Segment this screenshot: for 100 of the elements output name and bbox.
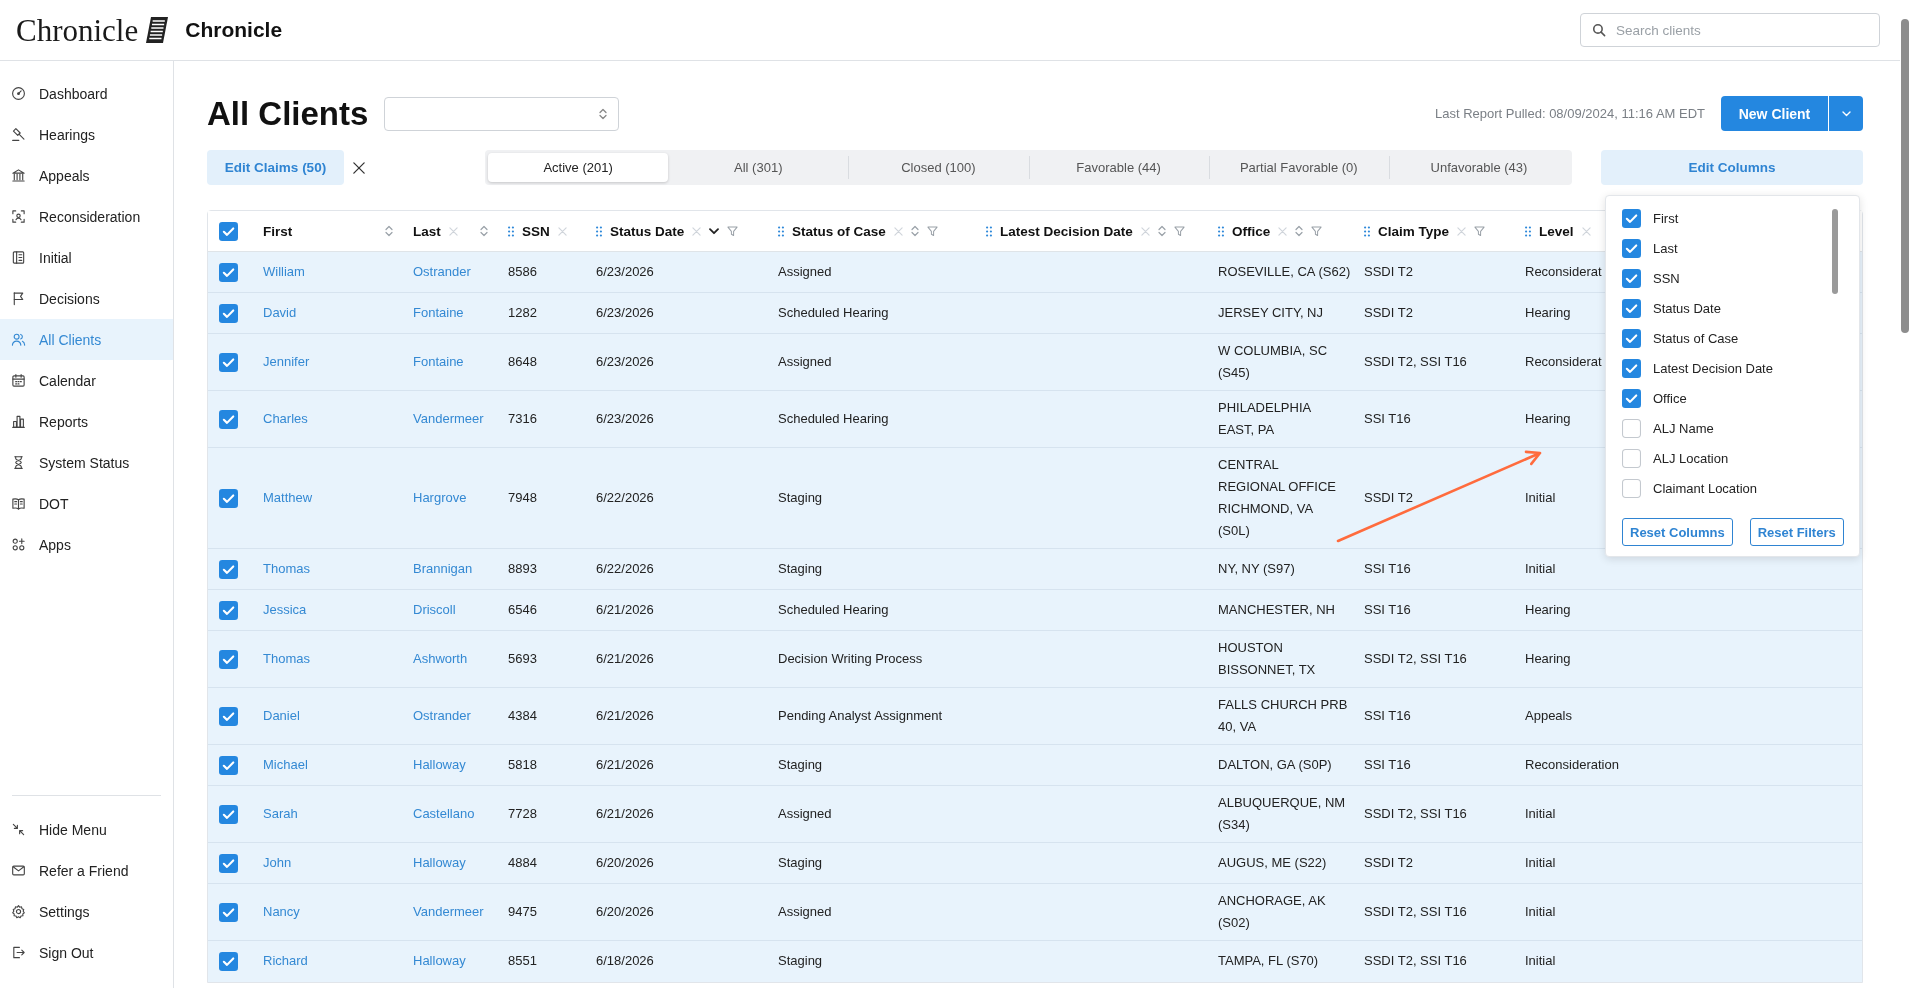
column-option[interactable]: ALJ Name [1653,420,1714,436]
column-checkbox[interactable] [1622,478,1641,498]
search-field[interactable]: Search clients [1580,13,1880,47]
row-checkbox[interactable] [219,262,238,282]
column-checkbox[interactable] [1622,328,1641,348]
last-name-link[interactable]: Driscoll [413,602,456,617]
filter-icon[interactable] [727,225,739,237]
column-checkbox[interactable] [1622,358,1641,378]
new-client-button[interactable]: New Client [1721,96,1828,131]
reset-filters-button[interactable]: Reset Filters [1749,518,1844,546]
sort-icon[interactable] [385,225,393,237]
last-name-link[interactable]: Halloway [413,953,466,969]
column-checkbox[interactable] [1622,388,1641,408]
sidebar-item[interactable]: Sign Out [0,932,173,973]
sidebar-item[interactable]: Decisions [0,278,173,319]
column-checkbox[interactable] [1622,268,1641,288]
status-tab[interactable]: Unfavorable (43) [1388,153,1570,182]
drag-handle-icon[interactable] [1525,225,1531,237]
select-all-checkbox[interactable] [219,221,238,241]
last-name-link[interactable]: Halloway [413,757,466,772]
column-option[interactable]: Office [1653,390,1687,406]
row-checkbox[interactable] [219,853,238,873]
column-option[interactable]: First [1653,210,1679,226]
column-checkbox[interactable] [1622,298,1641,318]
row-checkbox[interactable] [219,488,238,508]
drag-handle-icon[interactable] [596,225,602,237]
status-tab[interactable]: Closed (100) [848,153,1029,182]
filter-icon[interactable] [1173,225,1185,237]
edit-columns-button[interactable]: Edit Columns [1601,150,1863,185]
close-icon[interactable] [353,161,365,174]
first-name-link[interactable]: Nancy [263,904,300,919]
drag-handle-icon[interactable] [1364,225,1370,237]
last-name-link[interactable]: Ostrander [413,708,471,723]
chevron-down-icon[interactable] [709,227,720,235]
sidebar-item[interactable]: Refer a Friend [0,850,173,891]
first-name-link[interactable]: Michael [263,757,308,772]
column-option[interactable]: SSN [1653,270,1680,286]
sidebar-item[interactable]: Dashboard [0,73,173,114]
first-name-link[interactable]: Thomas [263,561,310,576]
drag-handle-icon[interactable] [508,225,514,237]
first-name-link[interactable]: Charles [263,411,308,426]
sidebar-item[interactable]: Calendar [0,360,173,401]
status-tab[interactable]: Favorable (44) [1028,153,1209,182]
row-checkbox[interactable] [219,303,238,323]
column-checkbox[interactable] [1622,238,1641,258]
filter-icon[interactable] [1311,225,1323,237]
row-checkbox[interactable] [219,649,238,669]
row-checkbox[interactable] [219,559,238,579]
sort-icon[interactable] [910,225,919,237]
sidebar-item[interactable]: Settings [0,891,173,932]
first-name-link[interactable]: Sarah [263,806,298,821]
sidebar-item[interactable]: DOT [0,483,173,524]
column-option[interactable]: Latest Decision Date [1653,360,1773,376]
sidebar-item[interactable]: Reports [0,401,173,442]
sidebar-item[interactable]: Hearings [0,114,173,155]
last-name-link[interactable]: Vandermeer [413,904,484,919]
status-tab[interactable]: Active (201) [488,153,669,182]
scrollbar-thumb[interactable] [1832,209,1838,294]
column-checkbox[interactable] [1622,418,1641,438]
first-name-link[interactable]: Jennifer [263,354,310,369]
row-checkbox[interactable] [219,600,238,620]
filter-icon[interactable] [1474,225,1486,237]
last-name-link[interactable]: Ashworth [413,651,468,666]
last-name-link[interactable]: Halloway [413,855,466,870]
row-checkbox[interactable] [219,706,238,726]
first-name-link[interactable]: Thomas [263,651,310,666]
first-name-link[interactable]: Richard [263,953,308,969]
last-name-link[interactable]: Brannigan [413,561,473,576]
last-name-link[interactable]: Vandermeer [413,411,484,426]
first-name-link[interactable]: John [263,855,292,870]
drag-handle-icon[interactable] [1218,225,1224,237]
reset-columns-button[interactable]: Reset Columns [1622,518,1733,546]
column-option[interactable]: Status Date [1653,300,1721,316]
column-option[interactable]: ALJ Location [1653,450,1729,466]
edit-claims-button[interactable]: Edit Claims (50) [207,150,344,185]
row-checkbox[interactable] [219,409,238,429]
first-name-link[interactable]: Daniel [263,708,300,723]
sidebar-item[interactable]: Initial [0,237,173,278]
sidebar-item[interactable]: Hide Menu [0,809,173,850]
sidebar-item[interactable]: System Status [0,442,173,483]
last-name-link[interactable]: Fontaine [413,354,464,369]
column-checkbox[interactable] [1622,208,1641,228]
column-option[interactable]: Claimant Location [1653,480,1758,496]
sidebar-item[interactable]: All Clients [0,319,173,360]
sort-icon[interactable] [1295,225,1304,237]
first-name-link[interactable]: Matthew [263,490,313,505]
scrollbar-thumb[interactable] [1901,19,1909,333]
sidebar-item[interactable]: Appeals [0,155,173,196]
column-checkbox[interactable] [1622,448,1641,468]
sidebar-item[interactable]: Apps [0,524,173,565]
last-name-link[interactable]: Fontaine [413,305,464,320]
sort-icon[interactable] [1157,225,1166,237]
new-client-menu-button[interactable] [1828,96,1863,131]
sort-icon[interactable] [480,225,488,237]
last-name-link[interactable]: Hargrove [413,490,467,505]
row-checkbox[interactable] [219,804,238,824]
filter-icon[interactable] [926,225,938,237]
last-name-link[interactable]: Ostrander [413,264,471,279]
row-checkbox[interactable] [219,951,238,971]
drag-handle-icon[interactable] [778,225,784,237]
